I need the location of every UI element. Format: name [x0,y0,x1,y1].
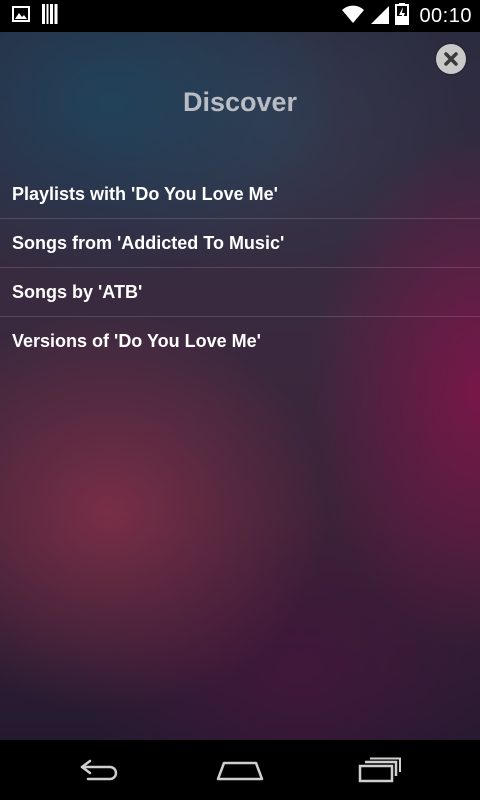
menu-item-songs-from-album[interactable]: Songs from 'Addicted To Music' [0,219,480,268]
home-button[interactable] [210,752,270,788]
home-icon [216,761,264,781]
battery-charging-icon [395,2,410,30]
notification-icons [12,3,70,29]
menu-item-songs-by-artist[interactable]: Songs by 'ATB' [0,268,480,317]
discover-dialog: Discover Playlists with 'Do You Love Me'… [0,32,480,740]
menu-item-playlists[interactable]: Playlists with 'Do You Love Me' [0,170,480,219]
navigation-bar [0,740,480,800]
system-icons: 00:10 [341,2,472,30]
menu-item-versions[interactable]: Versions of 'Do You Love Me' [0,317,480,366]
close-button[interactable] [436,44,466,74]
image-icon [12,5,30,27]
recent-apps-button[interactable] [350,752,410,788]
wifi-icon [341,4,365,29]
signal-icon [371,4,390,29]
discover-menu: Playlists with 'Do You Love Me' Songs fr… [0,170,480,366]
page-title: Discover [182,87,298,117]
clock: 00:10 [419,4,472,27]
recent-apps-icon [358,757,401,783]
barcode-icon [42,3,58,29]
screen: 00:10 Discover Playlists with 'Do You Lo… [0,0,480,800]
close-icon [444,52,458,66]
status-bar: 00:10 [0,0,480,32]
back-icon [80,759,118,781]
back-button[interactable] [70,752,130,788]
